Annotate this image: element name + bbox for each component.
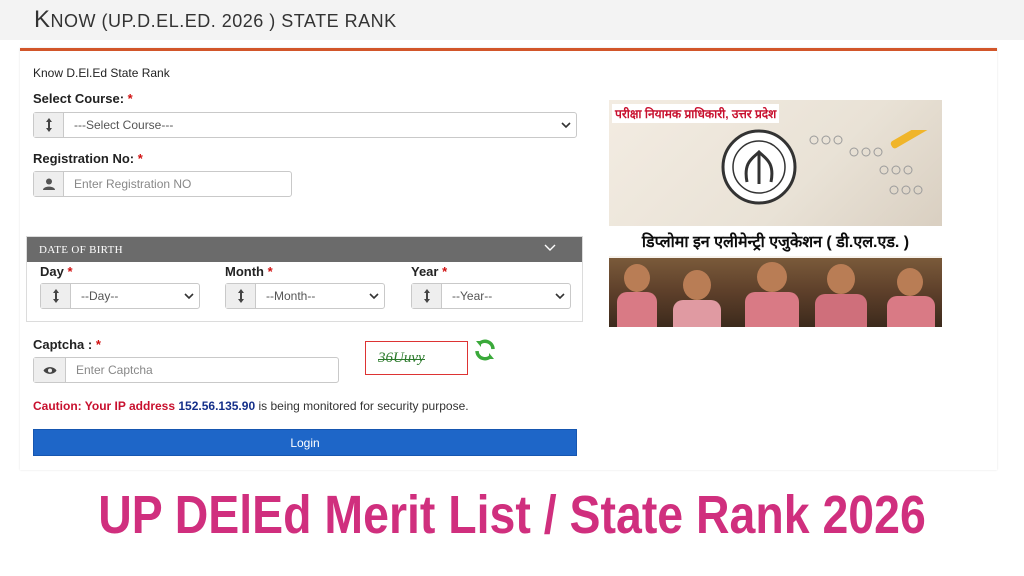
banner-main-text: डिप्लोमा इन एलीमेन्ट्री एजुकेशन ( डी.एल.… [609, 226, 942, 256]
course-label: Select Course: * [33, 91, 133, 106]
page-header: KNOW (UP.D.EL.ED. 2026 ) STATE RANK [0, 0, 1024, 40]
students-photo [609, 258, 942, 327]
captcha-label: Captcha : * [33, 337, 101, 352]
year-label: Year * [411, 264, 448, 279]
headline: UP DElEd Merit List / State Rank 2026 [98, 485, 926, 545]
refresh-icon[interactable] [473, 338, 497, 362]
chevron-down-icon [364, 284, 384, 308]
month-select-value: --Month-- [266, 289, 316, 303]
captcha-placeholder: Enter Captcha [76, 363, 153, 377]
sort-icon [34, 113, 64, 137]
registration-placeholder: Enter Registration NO [74, 177, 192, 191]
sort-icon [412, 284, 442, 308]
dob-header[interactable]: DATE OF BIRTH [27, 237, 582, 262]
month-label: Month * [225, 264, 273, 279]
month-select[interactable]: --Month-- [225, 283, 385, 309]
user-icon [34, 172, 64, 196]
eye-icon [34, 358, 66, 382]
form-heading: Know D.El.Ed State Rank [33, 66, 170, 80]
answer-sheet-graphic [809, 130, 932, 195]
login-button[interactable]: Login [33, 429, 577, 456]
captcha-image: 36Uuvy [365, 341, 468, 375]
dob-panel: DATE OF BIRTH Day * --Day-- Month * --Mo… [26, 236, 583, 322]
year-select[interactable]: --Year-- [411, 283, 571, 309]
chevron-down-icon [544, 243, 556, 255]
deled-banner-image: परीक्षा नियामक प्राधिकारी, उत्तर प्रदेश … [609, 100, 942, 327]
emblem-logo [721, 129, 797, 205]
chevron-down-icon [550, 284, 570, 308]
banner-top-text: परीक्षा नियामक प्राधिकारी, उत्तर प्रदेश [612, 104, 780, 123]
course-select[interactable]: ---Select Course--- [33, 112, 577, 138]
year-select-value: --Year-- [452, 289, 493, 303]
chevron-down-icon [179, 284, 199, 308]
sort-icon [226, 284, 256, 308]
page-title: KNOW (UP.D.EL.ED. 2026 ) STATE RANK [34, 6, 397, 33]
security-caution: Caution: Your IP address 152.56.135.90 i… [33, 399, 469, 413]
registration-label: Registration No: * [33, 151, 143, 166]
chevron-down-icon [556, 113, 576, 137]
registration-input[interactable]: Enter Registration NO [33, 171, 292, 197]
day-select[interactable]: --Day-- [40, 283, 200, 309]
captcha-input[interactable]: Enter Captcha [33, 357, 339, 383]
course-select-value: ---Select Course--- [74, 118, 174, 132]
sort-icon [41, 284, 71, 308]
day-select-value: --Day-- [81, 289, 119, 303]
day-label: Day * [40, 264, 73, 279]
